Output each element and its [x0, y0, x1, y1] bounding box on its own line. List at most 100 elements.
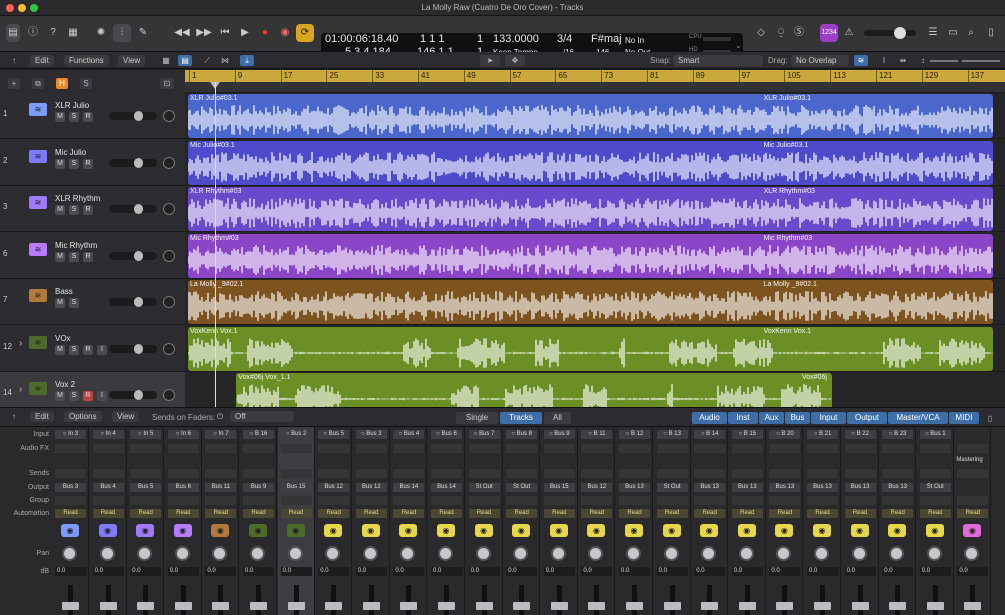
group-slot[interactable] [581, 496, 613, 505]
zoom-stepper-icon[interactable]: ↕ [918, 55, 928, 66]
pan-knob[interactable] [776, 546, 792, 561]
output-slot[interactable]: Bus 13 [807, 483, 838, 492]
channel-strip[interactable]: ○ Bus 4 Bus 14 Read ◉ 0.0 [390, 427, 428, 615]
audio-fx-slot[interactable] [431, 444, 462, 453]
disclosure-chevron-icon[interactable]: › [19, 384, 22, 395]
metronome-icon[interactable]: ⚠ [842, 24, 856, 42]
mute-button[interactable]: M [55, 391, 65, 401]
automation-mode[interactable]: Read [280, 509, 312, 518]
pan-knob[interactable] [926, 546, 942, 561]
sends-slot[interactable] [205, 469, 237, 478]
input-slot[interactable]: ○ In 5 [130, 430, 162, 439]
record-icon[interactable]: ● [258, 24, 272, 42]
input-slot[interactable]: ○ Bus 8 [506, 430, 538, 439]
track-volume-slider[interactable] [109, 111, 157, 121]
channel-strip[interactable]: ○ B 15 Bus 13 Read ◉ 0.0 [729, 427, 766, 615]
track-pan-knob[interactable] [163, 249, 175, 262]
pan-knob[interactable] [212, 546, 228, 561]
automation-mode[interactable]: Read [205, 509, 237, 518]
track-volume-knob[interactable] [133, 343, 143, 354]
global-tracks-icon[interactable]: ⊡ [160, 78, 174, 89]
automation-mode[interactable]: Read [393, 509, 425, 518]
mute-button[interactable]: M [55, 251, 65, 262]
pan-knob[interactable] [851, 546, 867, 561]
record-enable-button[interactable]: R [83, 112, 93, 122]
browser-icon[interactable]: ▯ [984, 24, 998, 42]
fader-cap[interactable] [626, 602, 643, 610]
group-slot[interactable] [205, 496, 237, 505]
audio-fx-slot[interactable] [468, 444, 500, 453]
channel-strip[interactable]: Read ◉ 0.0 Mastering [954, 427, 992, 615]
replace-icon[interactable]: ◇ [754, 24, 768, 42]
output-slot[interactable]: Bus 12 [581, 483, 613, 492]
automation-mode[interactable]: Read [543, 509, 575, 518]
audio-fx-slot[interactable] [318, 444, 350, 453]
automation-mode[interactable]: Read [882, 509, 914, 518]
output-slot[interactable]: Bus 14 [393, 483, 425, 492]
sends-slot[interactable] [844, 469, 876, 478]
pan-knob[interactable] [738, 546, 754, 561]
sends-slot[interactable] [506, 469, 538, 478]
fader-cap[interactable] [362, 602, 380, 610]
audio-fx-slot[interactable] [581, 444, 613, 453]
rewind-icon[interactable]: ◀◀ [174, 24, 190, 42]
input-slot[interactable]: ○ Bus 9 [543, 430, 575, 439]
channel-strip[interactable]: ○ Bus 8 St Out Read ◉ 0.0 [503, 427, 541, 615]
track-header[interactable]: 12 › ≋ VOx M S R I [0, 326, 185, 372]
output-slot[interactable]: Bus 12 [318, 483, 350, 492]
output-slot[interactable]: St Out [919, 483, 951, 492]
input-slot[interactable]: ○ B 15 [731, 430, 763, 439]
filter-aux[interactable]: Aux [759, 412, 784, 424]
sends-slot[interactable] [656, 469, 688, 478]
secondary-tool-icon[interactable]: ✥ [505, 55, 525, 66]
group-slot[interactable] [55, 496, 86, 505]
track-pan-knob[interactable] [163, 156, 175, 169]
track-lane[interactable]: XLR Rhythm#03 XLR Rhythm#03 [185, 186, 1005, 232]
group-slot[interactable] [431, 496, 462, 505]
audio-region[interactable]: XLR Julio#03.1 XLR Julio#03.1 [188, 94, 993, 138]
group-slot[interactable] [694, 496, 726, 505]
mixer-back-icon[interactable]: ↑ [8, 411, 20, 422]
input-slot[interactable]: ○ B 11 [581, 430, 613, 439]
output-slot[interactable]: Bus 13 [619, 483, 650, 492]
group-slot[interactable] [957, 496, 989, 505]
automation-icon[interactable]: ⟋ [200, 55, 214, 66]
channel-strip[interactable]: ○ Bus 6 Bus 14 Read ◉ 0.0 [428, 427, 465, 615]
wide-strips-icon[interactable]: ▯ [984, 413, 996, 424]
audio-fx-slot[interactable] [243, 444, 274, 453]
fader-cap[interactable] [250, 602, 267, 610]
output-slot[interactable]: Bus 3 [55, 483, 86, 492]
fader-cap[interactable] [513, 602, 531, 610]
output-slot[interactable]: Bus 15 [280, 483, 312, 492]
filter-bus[interactable]: Bus [785, 412, 810, 424]
view-mode-tracks[interactable]: Tracks [500, 412, 542, 424]
master-volume-slider[interactable] [864, 27, 916, 39]
mixer-view-menu[interactable]: View [112, 411, 140, 422]
track-pan-knob[interactable] [163, 296, 175, 308]
filter-input[interactable]: Input [811, 412, 846, 424]
output-slot[interactable]: Bus 9 [243, 483, 274, 492]
channel-strip[interactable]: ○ B 23 Bus 13 Read ◉ 0.0 [879, 427, 917, 615]
sends-slot[interactable] [468, 469, 500, 478]
record-enable-button[interactable]: R [83, 391, 93, 401]
audio-region[interactable]: La Molly _9#02.1 La Molly _9#02.1 [188, 280, 993, 324]
fader-cap[interactable] [99, 602, 117, 610]
group-slot[interactable] [167, 496, 199, 505]
fader-cap[interactable] [663, 602, 681, 610]
pan-knob[interactable] [362, 546, 378, 561]
playhead[interactable] [215, 82, 216, 407]
track-lane[interactable]: La Molly _9#02.1 La Molly _9#02.1 [185, 279, 1005, 325]
fader-cap[interactable] [926, 602, 944, 610]
solo-button[interactable]: S [69, 112, 79, 122]
track-name[interactable]: XLR Rhythm [55, 194, 100, 203]
track-volume-knob[interactable] [133, 111, 143, 121]
channel-strip[interactable]: ○ Bus 5 Bus 12 Read ◉ 0.0 [315, 427, 353, 615]
fader-cap[interactable] [738, 602, 756, 610]
input-slot[interactable]: ○ Bus 4 [393, 430, 425, 439]
input-slot[interactable]: ○ In 6 [167, 430, 199, 439]
automation-mode[interactable]: Read [807, 509, 838, 518]
group-slot[interactable] [280, 496, 312, 505]
automation-mode[interactable]: Read [243, 509, 274, 518]
track-pan-knob[interactable] [163, 389, 175, 401]
input-monitor-button[interactable]: I [97, 344, 107, 355]
